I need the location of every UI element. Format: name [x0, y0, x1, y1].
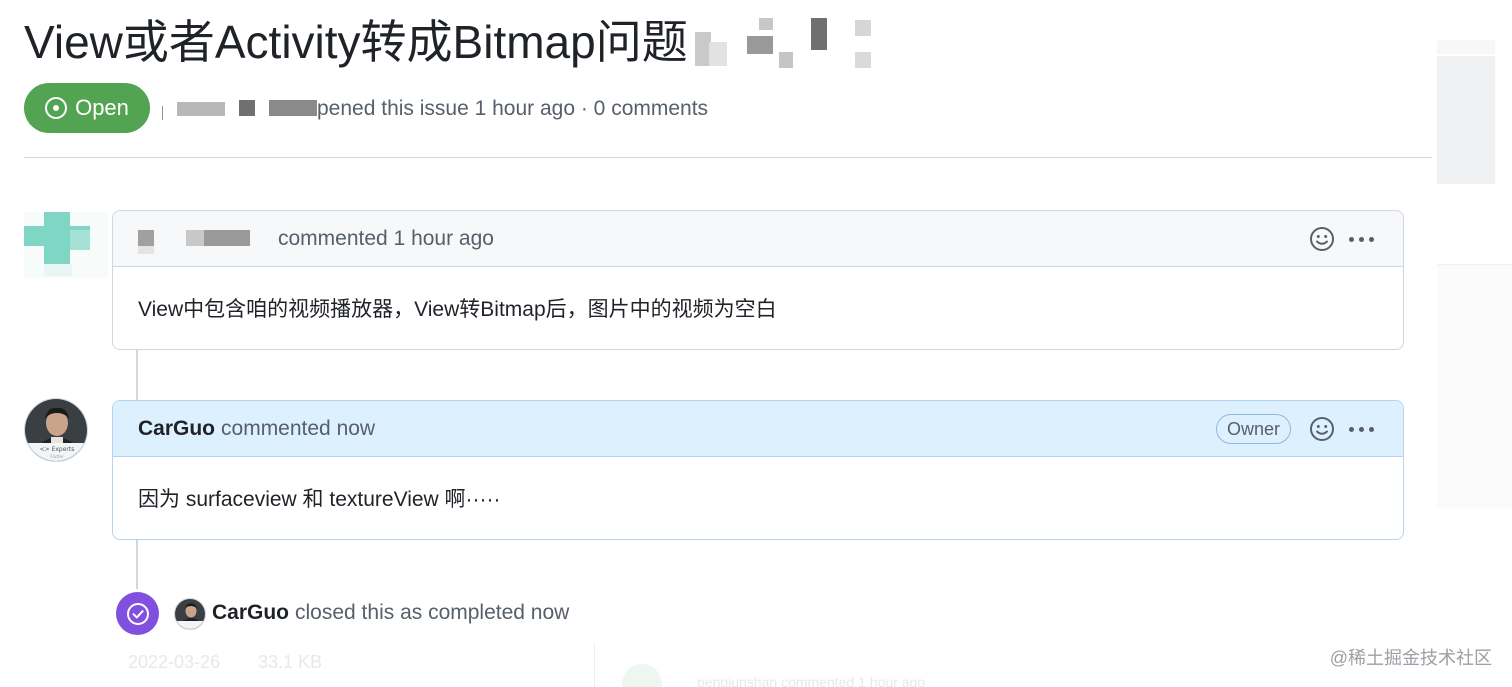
background-panel — [1437, 264, 1512, 508]
ghost-comment-line: pengjunshan commented 1 hour ago — [697, 674, 926, 687]
kebab-horizontal-icon[interactable] — [1349, 235, 1377, 243]
watermark: @稀土掘金技术社区 — [1329, 648, 1492, 668]
comment-author[interactable]: CarGuo — [138, 417, 215, 441]
avatar[interactable] — [174, 598, 206, 630]
issue-page: View或者Activity转成Bitmap问题 Open pened this… — [0, 0, 1512, 687]
comment-action: commented 1 hour ago — [278, 226, 494, 250]
comment-card-owner: CarGuo commented now Owner 因为 surfacevie… — [112, 400, 1404, 540]
issue-state-badge: Open — [24, 83, 150, 133]
issue-meta-text: pened this issue 1 hour ago · 0 comments — [317, 97, 709, 120]
comment-action: commented now — [221, 416, 376, 440]
check-circle-icon — [116, 592, 159, 635]
background-thumbnail — [1437, 56, 1495, 184]
svg-text:<> Experts: <> Experts — [40, 446, 75, 453]
comment-body: View中包含咱的视频播放器，View转Bitmap后，图片中的视频为空白 — [138, 298, 777, 321]
smiley-icon[interactable] — [1309, 226, 1335, 252]
avatar[interactable] — [24, 212, 108, 278]
ghost-divider — [594, 642, 595, 687]
ghost-file-size: 33.1 KB — [258, 652, 323, 672]
smiley-icon[interactable] — [1309, 416, 1335, 442]
issue-state-label: Open — [75, 95, 129, 120]
closed-event: CarGuo closed this as completed now — [212, 598, 569, 628]
comment-header: commented 1 hour ago — [113, 211, 1403, 267]
comment-header: CarGuo commented now Owner — [113, 401, 1403, 457]
background-panel — [1437, 40, 1495, 54]
redacted-author-name — [169, 94, 317, 124]
issue-meta: pened this issue 1 hour ago · 0 comments — [162, 94, 708, 124]
header-divider — [24, 157, 1432, 158]
comment-body: 因为 surfaceview 和 textureView 啊····· — [138, 488, 501, 511]
kebab-horizontal-icon[interactable] — [1349, 425, 1377, 433]
event-author[interactable]: CarGuo — [212, 601, 289, 625]
svg-text:Flutter: Flutter — [50, 454, 64, 459]
redacted-issue-number — [695, 18, 885, 70]
text-cursor — [162, 106, 163, 120]
comment-card: commented 1 hour ago View中包含咱的视频播放器，View… — [112, 210, 1404, 350]
event-text: closed this as completed now — [295, 601, 570, 624]
avatar-photo: <> Experts Flutter — [25, 399, 87, 461]
avatar[interactable]: <> Experts Flutter — [24, 398, 88, 462]
ghost-avatar — [622, 664, 662, 687]
owner-badge: Owner — [1215, 414, 1291, 444]
ghost-date: 2022-03-26 — [128, 652, 221, 672]
comment-actions — [1309, 211, 1377, 267]
redacted-commenter-name[interactable] — [138, 224, 274, 254]
issue-title: View或者Activity转成Bitmap问题 — [24, 16, 688, 68]
comment-actions: Owner — [1215, 401, 1377, 457]
issue-opened-icon — [45, 97, 68, 119]
